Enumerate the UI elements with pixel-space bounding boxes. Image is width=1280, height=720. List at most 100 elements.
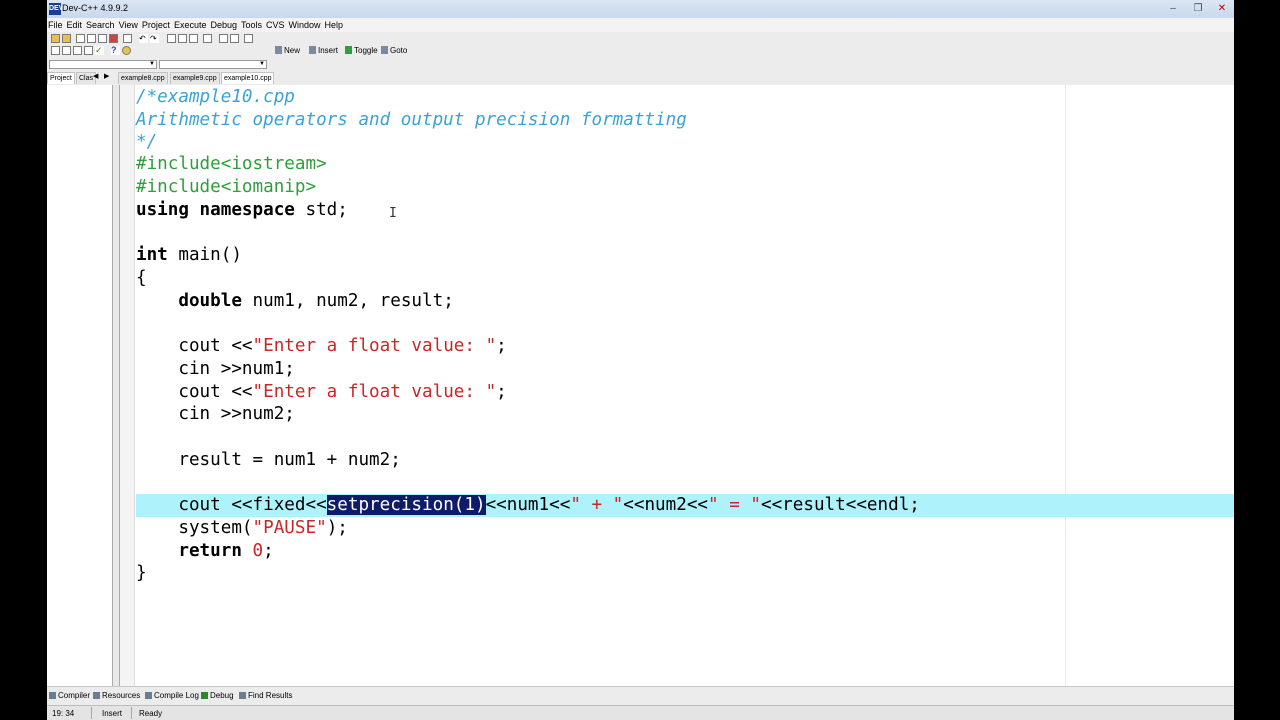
code-line-12: cout <<"Enter a float value: ";: [136, 336, 507, 356]
about-icon[interactable]: [122, 46, 131, 55]
debug-icon[interactable]: [84, 46, 93, 55]
redo-icon[interactable]: ↷: [150, 34, 159, 43]
code-line-6: using namespace std;: [136, 200, 348, 220]
chevron-down-icon: ▼: [259, 61, 265, 67]
tab-resources-label: Resources: [102, 691, 141, 700]
tabs-row: Project Clas ◀ ▶ example8.cpp example9.c…: [47, 70, 1234, 85]
dev-cpp-window: DEV Dev-C++ 4.9.9.2 – ❐ ✕ File Edit Search…: [47, 0, 1234, 720]
compile-icon[interactable]: [244, 34, 253, 43]
insert-icon: [309, 46, 316, 54]
output-tabs: Compiler Resources Compile Log Debug Fin…: [47, 686, 1234, 706]
code-line-21: return 0;: [178, 541, 274, 561]
menu-help[interactable]: Help: [324, 18, 347, 30]
menu-debug[interactable]: Debug: [209, 18, 240, 30]
app-icon: DEV: [49, 3, 63, 15]
goto-line-icon[interactable]: [203, 34, 212, 43]
status-text: Ready: [139, 709, 163, 718]
mouse-ibeam-cursor-icon: I: [389, 206, 397, 221]
menu-file[interactable]: File: [47, 18, 66, 30]
menu-cvs[interactable]: CVS: [265, 18, 288, 30]
save-all-icon[interactable]: [98, 34, 107, 43]
tab-scroll-left-icon[interactable]: ◀: [93, 72, 98, 80]
toggle-bookmark-icon: [345, 46, 352, 54]
run-icon[interactable]: [62, 46, 71, 55]
chevron-down-icon: ▼: [149, 61, 155, 67]
debug-check-icon: [201, 692, 208, 699]
file-tab-example10[interactable]: example10.cpp: [221, 72, 275, 84]
indent-icon[interactable]: [230, 34, 239, 43]
tab-compiler-label: Compiler: [58, 691, 91, 700]
new-file-icon[interactable]: [76, 34, 85, 43]
maximize-icon[interactable]: ❐: [1189, 3, 1207, 15]
tab-compile-log-label: Compile Log: [154, 691, 199, 700]
menu-window[interactable]: Window: [288, 18, 324, 30]
new-label: New: [284, 46, 301, 55]
find-next-icon[interactable]: [189, 34, 198, 43]
tab-find-results[interactable]: Find Results: [239, 691, 292, 700]
menu-execute[interactable]: Execute: [173, 18, 210, 30]
open-project-icon[interactable]: [51, 34, 60, 43]
status-bar: 19: 34 Insert Ready: [47, 705, 1234, 720]
tab-debug-label: Debug: [210, 691, 234, 700]
code-line-1: /*example10.cpp: [136, 87, 295, 107]
open-file-icon[interactable]: [62, 34, 71, 43]
class-combo[interactable]: ▼: [49, 60, 157, 69]
insert-button[interactable]: Insert: [309, 46, 338, 55]
code-line-5: #include<iomanip>: [136, 177, 317, 197]
compile-run-icon[interactable]: [51, 46, 60, 55]
goto-label: Goto: [390, 46, 408, 55]
goto-button[interactable]: Goto: [381, 46, 407, 55]
menu-search[interactable]: Search: [85, 18, 118, 30]
right-margin-line: [1065, 85, 1066, 686]
member-combo[interactable]: ▼: [159, 60, 267, 69]
code-editor[interactable]: /*example10.cpp Arithmetic operators and…: [120, 85, 1234, 686]
toggle-button[interactable]: Toggle: [345, 46, 378, 55]
undo-icon[interactable]: ↶: [139, 34, 148, 43]
panel-splitter[interactable]: [113, 85, 120, 686]
close-icon[interactable]: ✕: [1213, 3, 1231, 15]
menu-edit[interactable]: Edit: [66, 18, 86, 30]
status-divider: [91, 707, 92, 719]
tab-debug[interactable]: Debug: [201, 691, 234, 700]
save-icon[interactable]: [87, 34, 96, 43]
menu-tools[interactable]: Tools: [240, 18, 265, 30]
menu-bar: File Edit Search View Project Execute Debug Too…: [47, 18, 1234, 32]
code-line-22: }: [136, 563, 147, 583]
print-icon[interactable]: [123, 34, 132, 43]
code-line-3: */: [136, 132, 158, 152]
find-icon[interactable]: [167, 34, 176, 43]
code-line-9: {: [136, 268, 147, 288]
help-icon[interactable]: ?: [111, 46, 120, 55]
tab-compile-log[interactable]: Compile Log: [145, 691, 199, 700]
file-tab-example8[interactable]: example8.cpp: [118, 72, 168, 84]
code-line-14: cout <<"Enter a float value: ";: [136, 382, 507, 402]
code-line-19: cout <<fixed<<setprecision(1)<<num1<<" +…: [136, 495, 920, 515]
check-icon[interactable]: ✓: [95, 46, 104, 55]
code-line-17: result = num1 + num2;: [136, 450, 401, 470]
tab-find-results-label: Find Results: [248, 691, 293, 700]
editor-gutter: [120, 85, 135, 686]
code-line-15: cin >>num2;: [136, 404, 295, 424]
code-line-20: system("PAUSE");: [136, 518, 348, 538]
tab-project[interactable]: Project: [47, 72, 75, 84]
project-panel[interactable]: [47, 85, 113, 686]
selected-text: setprecision(1): [326, 495, 486, 515]
menu-view[interactable]: View: [118, 18, 141, 30]
tab-resources[interactable]: Resources: [93, 691, 140, 700]
cursor-position: 19: 34: [52, 709, 75, 718]
tab-compiler[interactable]: Compiler: [49, 691, 90, 700]
compiler-icon: [49, 692, 56, 699]
status-divider: [131, 707, 132, 719]
close-file-icon[interactable]: [109, 34, 118, 43]
new-icon: [275, 46, 282, 54]
code-line-10: double num1, num2, result;: [178, 291, 454, 311]
new-button[interactable]: New: [275, 46, 300, 55]
unindent-icon[interactable]: [219, 34, 228, 43]
rebuild-icon[interactable]: [73, 46, 82, 55]
file-tab-example9[interactable]: example9.cpp: [170, 72, 220, 84]
replace-icon[interactable]: [178, 34, 187, 43]
tab-scroll-right-icon[interactable]: ▶: [104, 72, 109, 80]
goto-icon: [381, 46, 388, 54]
menu-project[interactable]: Project: [141, 18, 173, 30]
minimize-icon[interactable]: –: [1164, 3, 1182, 15]
